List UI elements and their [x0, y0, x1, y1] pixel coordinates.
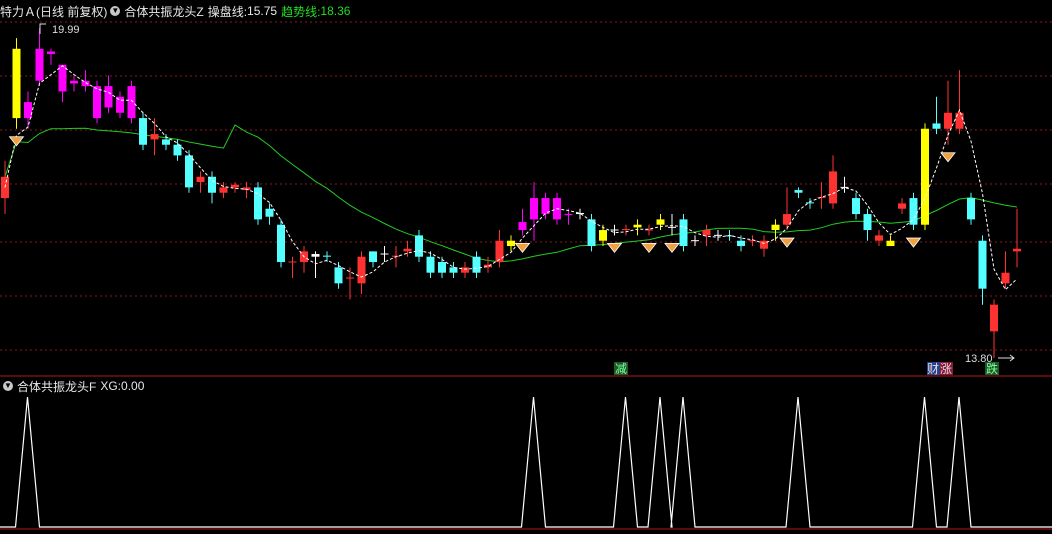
candle-body — [921, 128, 929, 225]
candle-body — [461, 267, 469, 273]
diamond-icon — [606, 242, 623, 254]
candle-body — [587, 219, 596, 247]
xg-line-path — [0, 396, 1052, 528]
candle-body — [748, 240, 757, 242]
candle-body — [58, 64, 67, 92]
candle-body — [702, 230, 711, 236]
candle-body — [12, 48, 21, 119]
diamond-icon — [664, 242, 680, 254]
price-grid — [0, 21, 1052, 351]
candle-body — [288, 261, 297, 263]
candle-body — [576, 212, 584, 215]
candle-body — [311, 254, 320, 257]
candle-body — [967, 198, 975, 220]
high-price-label: 19.99 — [52, 24, 80, 36]
candle-body — [771, 224, 780, 231]
candle-body — [139, 118, 147, 145]
diamond-icon — [8, 136, 25, 147]
diamond-icon — [940, 152, 956, 163]
candle-body — [875, 235, 883, 241]
candle-body — [564, 214, 573, 216]
candle-body — [737, 240, 745, 247]
candle-body — [530, 198, 538, 220]
xg-line — [0, 396, 1052, 528]
candle-body — [150, 134, 159, 140]
diamond-icon — [779, 237, 795, 248]
candle-body — [93, 86, 101, 119]
candle-body — [173, 144, 182, 156]
candle-body — [794, 190, 803, 193]
candle-body — [47, 51, 55, 55]
signal-reduce: 减 — [615, 362, 627, 376]
candle-body — [415, 235, 423, 257]
candle-body — [679, 219, 688, 247]
candle-body — [219, 187, 228, 193]
diamonds-group — [8, 136, 956, 254]
candle-body — [622, 228, 630, 231]
candle-body — [633, 224, 642, 228]
candle-body — [277, 224, 285, 263]
candle-body — [81, 80, 90, 87]
candle-body — [208, 176, 216, 193]
candle-body — [231, 184, 239, 188]
candle-body — [104, 86, 113, 108]
candle-body — [932, 123, 941, 129]
high-price-marker — [39, 23, 46, 34]
candle-body — [1013, 248, 1021, 252]
candle-body — [990, 304, 998, 332]
kline-chart[interactable]: 19.99 13.80 减 财 涨 跌 — [0, 0, 1052, 534]
candle-body — [334, 267, 343, 284]
candle-body — [426, 256, 435, 273]
candle-body — [898, 203, 906, 209]
candle-body — [357, 256, 366, 284]
candle-body — [438, 262, 446, 273]
candle-body — [909, 198, 918, 225]
candle-body — [380, 253, 389, 255]
candle-body — [1, 176, 9, 199]
candle-body — [196, 176, 205, 183]
candle-body — [610, 229, 619, 231]
candle-body — [403, 248, 412, 252]
candle-body — [35, 48, 44, 81]
low-price-marker — [998, 354, 1015, 362]
candle-body — [863, 214, 872, 231]
candle-body — [162, 139, 170, 145]
candle-body — [70, 80, 78, 84]
candle-body — [24, 102, 32, 119]
candle-body — [346, 277, 354, 279]
candle-body — [518, 222, 527, 231]
candle-body — [978, 240, 987, 289]
operate-line-path — [4, 65, 1018, 291]
candle-body — [840, 186, 849, 188]
candle-body — [127, 86, 136, 119]
diamond-icon — [514, 242, 531, 254]
candles-group — [1, 28, 1021, 358]
candle-body — [656, 219, 665, 225]
candle-body — [472, 256, 481, 273]
candle-body — [116, 96, 124, 113]
candle-body — [265, 208, 274, 217]
candle-body — [691, 240, 699, 242]
operate-line — [4, 65, 1018, 291]
candle-body — [185, 155, 193, 188]
candle-body — [944, 112, 952, 129]
signal-fall: 跌 — [986, 361, 998, 376]
diamond-icon — [905, 237, 922, 248]
diamond-icon — [641, 242, 657, 254]
candle-body — [507, 240, 515, 247]
signal-fortune: 财 — [927, 362, 939, 376]
candle-body — [599, 230, 607, 241]
candle-body — [1001, 272, 1010, 284]
candle-body — [369, 251, 377, 263]
candle-body — [668, 226, 676, 228]
candle-body — [714, 234, 722, 236]
candle-body — [323, 255, 331, 257]
signal-rise: 涨 — [940, 361, 952, 376]
candle-body — [886, 240, 895, 247]
candle-body — [852, 198, 860, 215]
candle-body — [829, 171, 837, 204]
